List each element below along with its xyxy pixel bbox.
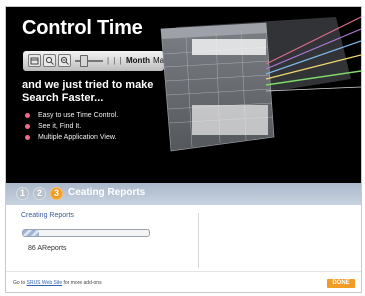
footer-text: Go to SRUS Web Site for more add-ons [13,280,102,286]
calendar-icon [28,54,41,67]
bullet-icon [25,124,30,129]
bottom-border [6,292,361,293]
report-progress-bar [22,229,150,237]
slider-ticks: | | | [107,56,123,65]
feature-item: See it, Find It. [24,121,118,132]
bullet-icon [25,135,30,140]
app-screenshot-illustration [160,16,361,152]
promo-banner: Control Time | | | Month March [6,7,361,183]
done-button[interactable]: DONE [327,279,355,288]
month-label: Month [126,56,150,65]
zoom-in-icon [43,54,56,67]
step-1-indicator: 1 [16,187,29,200]
step-3-indicator: 3 [50,187,63,200]
time-control-toolbar: | | | Month March [23,51,175,71]
zoom-out-icon [58,54,71,67]
section-title: Creating Reports [21,212,74,219]
time-slider-handle [80,55,88,67]
progress-fill [23,230,40,236]
bullet-icon [25,113,30,118]
footer: Go to SRUS Web Site for more add-ons DON… [6,271,361,292]
setup-dialog: Control Time | | | Month March [5,6,362,293]
feature-item: Easy to use Time Control. [24,110,118,121]
step-2-indicator: 2 [33,187,46,200]
website-link[interactable]: SRUS Web Site [27,280,62,286]
report-count: 86 AReports [28,245,67,252]
banner-title: Control Time [22,17,143,39]
wizard-steps-bar: 1 2 3 Ceating Reports [6,183,361,205]
vertical-divider [198,213,199,268]
feature-list: Easy to use Time Control. See it, Find I… [24,110,118,143]
feature-item: Multiple Application View. [24,132,118,143]
banner-headline: and we just tried to make Search Faster.… [22,79,154,104]
step-title: Ceating Reports [68,187,146,198]
